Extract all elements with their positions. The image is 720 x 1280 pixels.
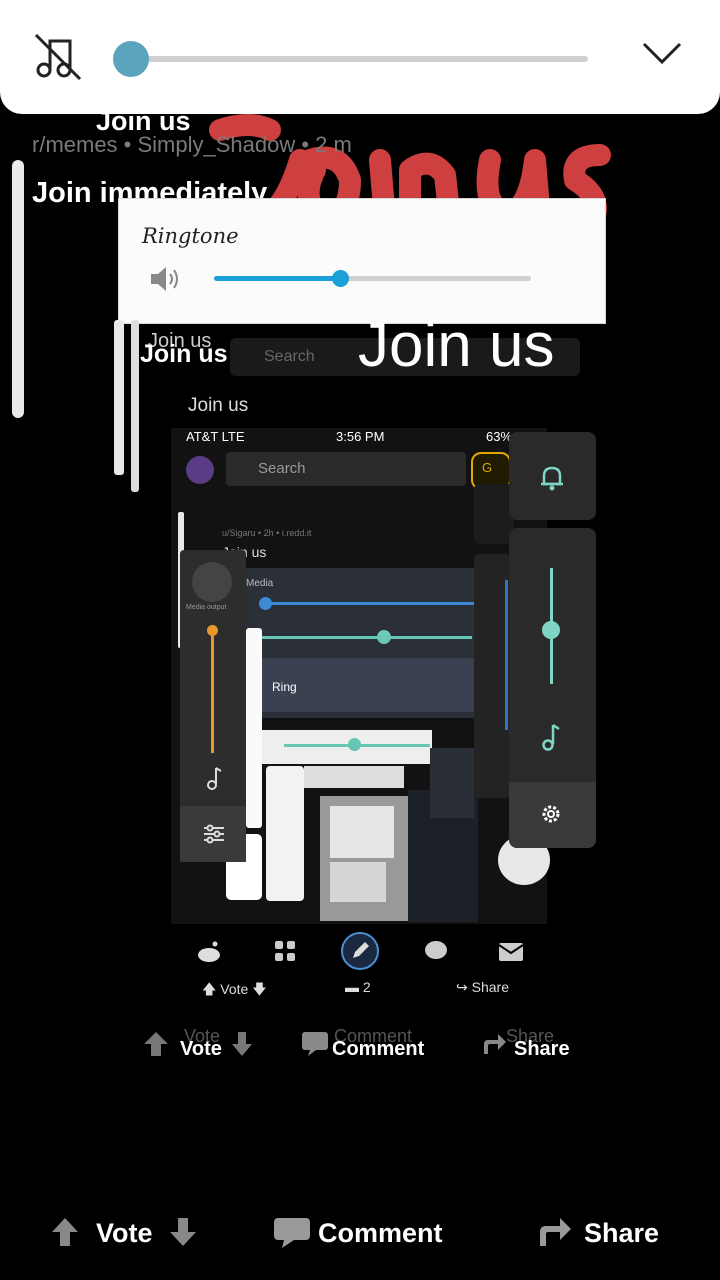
nested-vote-label: 🡅 Vote 🡇 — [202, 979, 267, 1003]
share-label: Share — [514, 1038, 570, 1060]
nested-panel-edge — [131, 320, 139, 492]
upvote-icon[interactable] — [142, 1030, 170, 1058]
nested-volume-layer — [262, 730, 432, 764]
volume-slider-track[interactable] — [128, 56, 588, 62]
status-time: 3:56 PM — [336, 429, 385, 444]
media-slider-track — [211, 631, 214, 753]
media-slider-thumb — [207, 625, 218, 636]
nested-panel-edge — [246, 628, 262, 828]
grid-icon — [275, 941, 295, 961]
upvote-icon[interactable] — [50, 1216, 80, 1248]
gear-icon — [542, 805, 560, 823]
ring-label: Ring — [272, 680, 297, 694]
comment-icon: ▬ — [345, 979, 363, 995]
nested-volume-layer — [330, 806, 394, 858]
scroll-indicator — [12, 160, 24, 418]
comment-icon[interactable] — [300, 1030, 330, 1058]
ringtone-volume-panel — [118, 198, 606, 324]
music-note-icon — [207, 767, 222, 790]
nested-comment-count: ▬ 2 — [345, 979, 371, 995]
share-icon[interactable] — [480, 1030, 508, 1058]
nested-slider-thumb — [259, 597, 272, 610]
media-output-label: Media output — [186, 604, 227, 611]
nested-post-meta: u/Sigaru • 2h • i.redd.it — [222, 528, 312, 538]
post-meta[interactable]: r/memes • Simply_Shadow • 2 m — [32, 132, 352, 158]
nested-share-text: Share — [471, 979, 509, 995]
media-label: Media — [246, 578, 274, 589]
vote-button-label[interactable]: Vote — [96, 1218, 153, 1249]
right-slider-thumb — [542, 621, 560, 639]
downvote-icon[interactable] — [166, 1216, 200, 1248]
avatar — [186, 456, 214, 484]
nested-join-text: Join us — [188, 395, 249, 416]
share-button-label[interactable]: Share — [584, 1218, 659, 1249]
bell-icon — [541, 466, 563, 491]
inbox-icon — [498, 943, 524, 961]
nested-volume-layer — [330, 862, 386, 902]
nested-slider-thumb — [377, 630, 391, 644]
comment-icon[interactable] — [272, 1216, 312, 1250]
nested-vote-text: Vote — [220, 981, 249, 997]
nested-volume-layer — [474, 484, 514, 544]
share-icon[interactable] — [536, 1214, 574, 1250]
nested-search-placeholder: Search — [258, 460, 306, 477]
speaker-icon — [151, 267, 178, 291]
music-note-icon — [542, 723, 560, 751]
volume-slider-thumb[interactable] — [113, 41, 149, 77]
nested-slider-track — [505, 580, 508, 730]
nested-slider-track — [262, 602, 474, 605]
join-us-large-text: Join us — [358, 311, 555, 380]
downvote-icon[interactable] — [230, 1030, 254, 1058]
music-off-icon[interactable] — [34, 33, 82, 81]
comment-label: Comment — [332, 1038, 425, 1060]
nested-panel-edge — [114, 320, 124, 475]
vote-label: Vote — [180, 1038, 222, 1060]
nested-search-placeholder: Search — [264, 348, 315, 365]
ringtone-slider-fill — [214, 276, 341, 281]
nested-slider-track — [262, 636, 472, 639]
nested-join-text: Join us — [140, 340, 228, 368]
reddit-home-icon — [198, 941, 220, 962]
nested-comment-count-text: 2 — [362, 979, 371, 995]
nested-slider-thumb — [348, 738, 361, 751]
nested-volume-layer — [304, 766, 404, 788]
ringtone-label: Ringtone — [142, 224, 239, 248]
chat-icon — [425, 941, 447, 959]
coin-label: G — [482, 460, 493, 475]
create-post-icon — [341, 932, 379, 970]
nested-share-label: ↪ Share — [456, 979, 509, 996]
downvote-arrow-icon: 🡇 — [248, 981, 267, 997]
nested-volume-layer — [430, 748, 474, 818]
upvote-arrow-icon: 🡅 — [202, 981, 221, 997]
nested-volume-layer — [266, 766, 304, 901]
equalizer-icon — [204, 824, 224, 844]
share-arrow-icon: ↪ — [456, 979, 472, 995]
ringtone-slider-thumb[interactable] — [332, 270, 349, 287]
media-output-icon — [192, 562, 232, 602]
chevron-down-icon[interactable] — [640, 38, 684, 68]
status-carrier: AT&T LTE — [186, 429, 245, 444]
comment-button-label[interactable]: Comment — [318, 1218, 443, 1249]
